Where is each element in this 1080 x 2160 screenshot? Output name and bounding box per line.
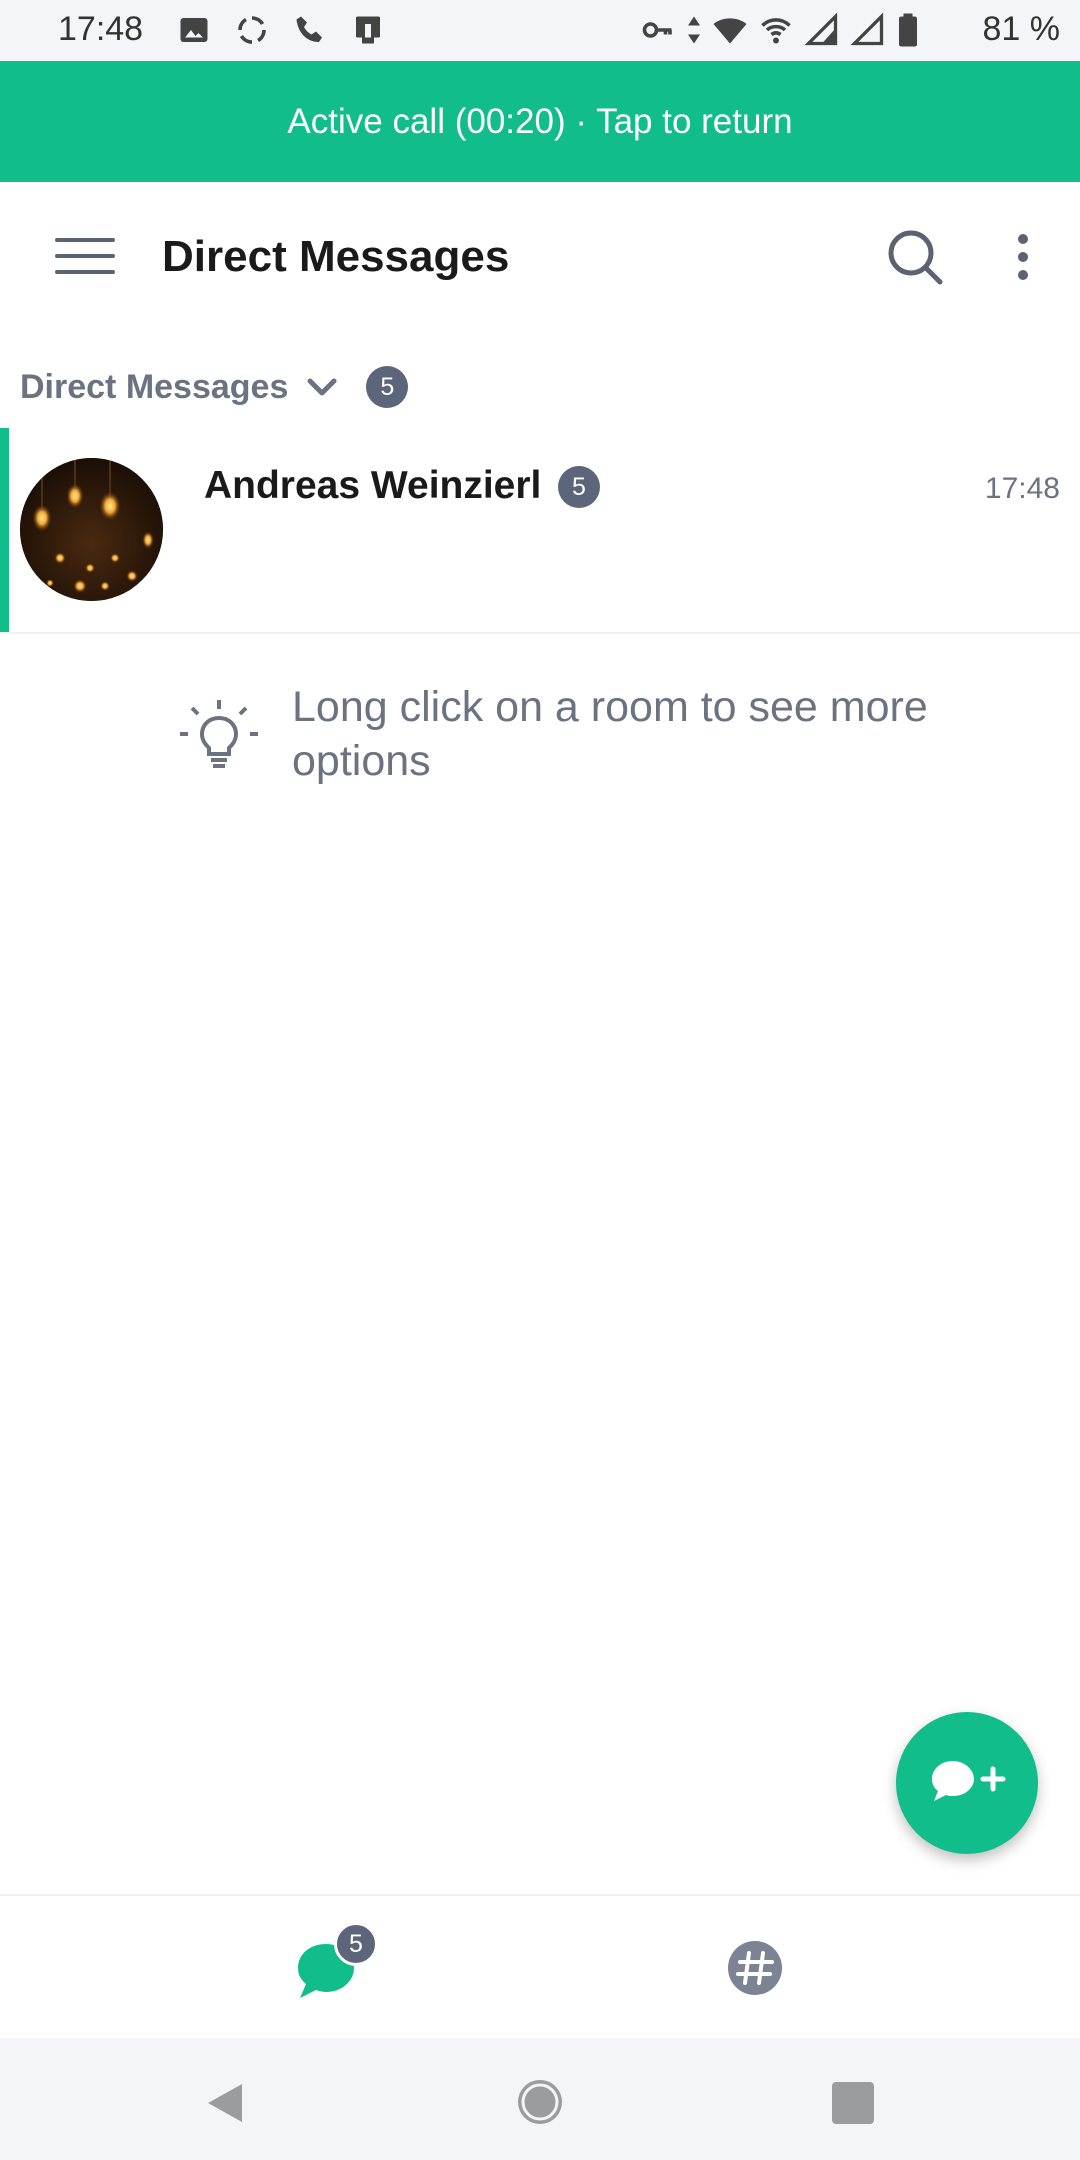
hotspot-icon [761,18,791,44]
bottom-navigation: 5 [0,1894,1080,2038]
menu-icon-line [55,270,115,274]
menu-button[interactable] [46,224,124,288]
room-timestamp: 17:48 [984,472,1060,505]
room-name: Andreas Weinzierl [204,464,542,507]
status-bar: 17:48 81 % [0,0,1080,61]
more-vert-dot [1018,252,1028,262]
section-unread-badge: 5 [366,366,409,408]
lightbulb-icon [180,700,258,768]
more-vert-icon [1018,234,1028,244]
search-icon[interactable] [880,222,950,292]
cast-icon [356,16,380,44]
menu-icon-line [55,254,115,258]
hint-text: Long click on a room to see more options [292,683,928,785]
sync-icon [238,16,266,44]
nav-dm-unread-badge: 5 [334,1922,378,1966]
hashtag-icon[interactable] [725,1938,785,1998]
phone-icon [296,16,322,42]
app-bar: Direct Messages [0,182,1080,330]
chat-plus-icon [932,1761,1006,1801]
avatar[interactable] [20,458,163,601]
recent-apps-icon[interactable] [832,2082,874,2124]
chevron-down-icon[interactable] [302,367,342,407]
battery-percentage: 81 % [982,10,1061,48]
section-title: Direct Messages [20,367,289,406]
room-list-item[interactable]: Andreas Weinzierl 5 17:48 [0,428,1080,634]
status-notification-icons [176,12,386,48]
active-call-text: Active call (00:20) · Tap to return [287,101,793,141]
new-message-button[interactable] [896,1712,1038,1854]
page-title: Direct Messages [162,232,510,281]
image-icon [180,18,208,42]
vpn-key-icon [642,22,672,38]
status-time: 17:48 [58,10,144,48]
system-navigation-bar [0,2038,1080,2160]
more-vert-dot [1018,270,1028,280]
active-call-banner[interactable]: Active call (00:20) · Tap to return [0,61,1080,182]
battery-icon [899,13,917,47]
section-header[interactable]: Direct Messages 5 [20,362,409,412]
unread-indicator [0,428,9,632]
menu-icon [55,238,115,242]
signal-icon [804,12,838,46]
hint: Long click on a room to see more options [178,680,938,790]
home-icon[interactable] [514,2076,566,2128]
room-unread-badge: 5 [558,466,600,508]
data-arrows-icon [688,16,700,44]
more-options-button[interactable] [1005,222,1041,292]
back-icon[interactable] [200,2078,250,2128]
wifi-icon [713,18,747,44]
status-system-icons [640,12,920,48]
signal-icon [850,12,884,46]
